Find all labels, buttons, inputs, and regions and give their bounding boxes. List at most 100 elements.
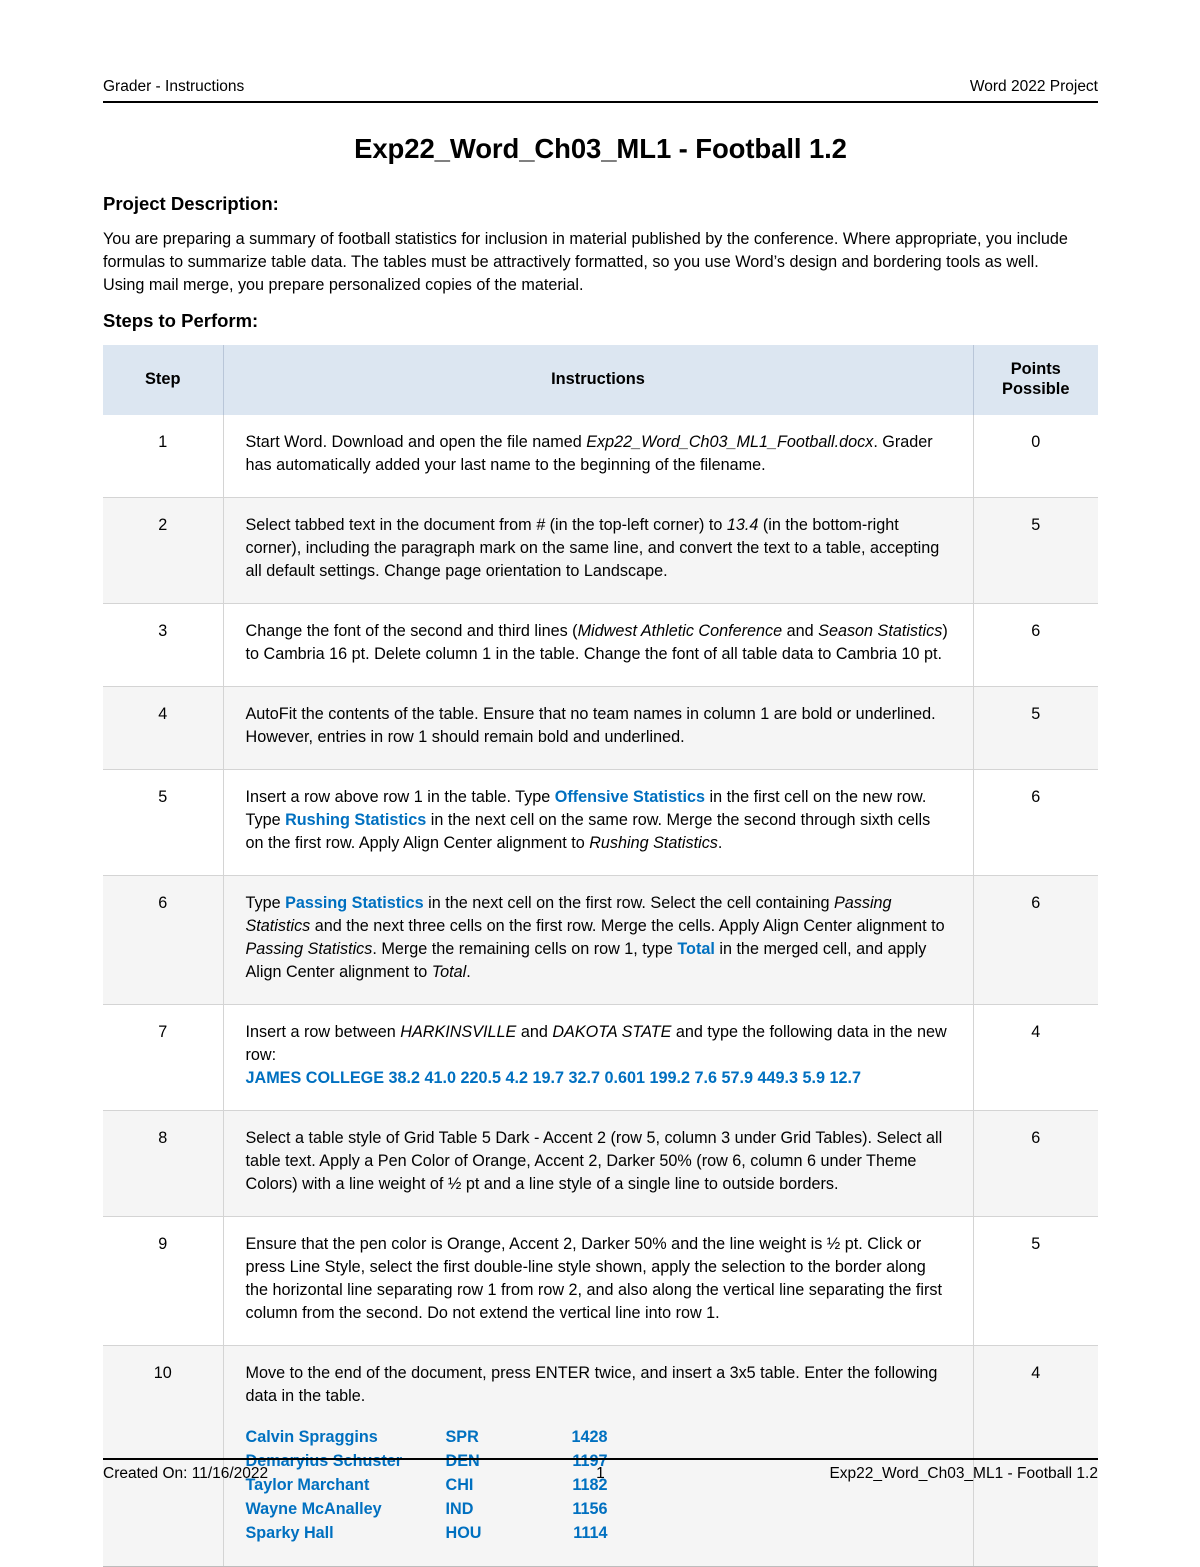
instruction-segment: Move to the end of the document, press E… [245, 1364, 938, 1406]
points-possible-cell: 4 [973, 1345, 1098, 1567]
points-possible-cell: 5 [973, 686, 1098, 771]
instructions-cell: Move to the end of the document, press E… [223, 1345, 974, 1567]
instruction-data-table: Calvin Spraggins SPR 1428 Demaryius Schuste… [246, 1426, 608, 1546]
instruction-data-line: JAMES COLLEGE 38.2 41.0 220.5 4.2 19.7 3… [245, 1069, 862, 1088]
table-row: 10 Move to the end of the document, press… [103, 1345, 1098, 1567]
column-header-instructions: Instructions [223, 345, 974, 416]
step-number-cell: 3 [103, 603, 224, 688]
instruction-segment: Change the font of the second and third … [245, 622, 578, 641]
data-table-cell: 1156 [572, 1500, 608, 1519]
instruction-segment: in the next cell on the first row. Selec… [423, 894, 834, 913]
points-possible-cell: 0 [973, 415, 1098, 499]
points-possible-cell: 6 [973, 875, 1098, 1006]
points-possible-cell: 5 [973, 1216, 1098, 1347]
table-row: 1 Start Word. Download and open the file … [103, 415, 1098, 499]
document-footer: Created On: 11/16/2022 1 Exp22_Word_Ch03… [103, 1465, 1098, 1483]
data-table-row: Calvin Spraggins SPR 1428 [246, 1426, 608, 1450]
points-possible-cell: 5 [973, 497, 1098, 605]
instruction-text: Change the font of the second and third … [246, 620, 949, 666]
points-possible-cell: 6 [973, 603, 1098, 688]
instruction-segment: Total [431, 963, 467, 982]
data-table-cell: 1428 [571, 1428, 608, 1447]
instructions-cell: Type Passing Statistics in the next cell… [223, 875, 974, 1006]
instruction-segment: Select a table style of Grid Table 5 Dar… [245, 1129, 943, 1194]
instruction-segment: Passing Statistics [285, 894, 424, 913]
table-row: 7 Insert a row between HARKINSVILLE and D… [103, 1004, 1098, 1112]
table-row: 8 Select a table style of Grid Table 5 Da… [103, 1110, 1098, 1218]
footer-document-name: Exp22_Word_Ch03_ML1 - Football 1.2 [829, 1465, 1098, 1482]
instructions-cell: Select tabbed text in the document from … [223, 497, 974, 605]
instruction-text: Type Passing Statistics in the next cell… [246, 892, 949, 984]
instruction-segment: . Merge the remaining cells on row 1, ty… [372, 940, 678, 959]
instruction-segment: Exp22_Word_Ch03_ML1_Football.docx [586, 433, 874, 452]
instruction-text: Insert a row above row 1 in the table. T… [246, 786, 949, 855]
instruction-text: AutoFit the contents of the table. Ensur… [246, 703, 949, 749]
instructions-cell: Start Word. Download and open the file n… [223, 415, 974, 499]
instruction-segment: Insert a row between [245, 1023, 401, 1042]
column-header-step: Step [103, 345, 224, 416]
instruction-segment: . [466, 963, 471, 982]
step-number-cell: 9 [103, 1216, 224, 1347]
project-description-heading: Project Description: [103, 193, 279, 214]
footer-created-on: Created On: 11/16/2022 [103, 1465, 269, 1482]
step-number-cell: 5 [103, 769, 224, 877]
step-number-cell: 1 [103, 415, 224, 499]
instruction-segment: and [782, 622, 819, 641]
instruction-segment: HARKINSVILLE [400, 1023, 517, 1042]
instruction-segment: Select tabbed text in the document from [245, 516, 537, 535]
instruction-text: Select tabbed text in the document from … [246, 514, 949, 583]
data-table-cell: Calvin Spraggins [245, 1428, 378, 1447]
data-table-cell: Sparky Hall [245, 1524, 334, 1543]
page-title: Exp22_Word_Ch03_ML1 - Football 1.2 [354, 133, 847, 164]
footer-page-number: 1 [596, 1465, 605, 1482]
instruction-segment: Type [245, 894, 286, 913]
project-description-body: You are preparing a summary of football … [103, 230, 1068, 294]
instruction-segment: and [516, 1023, 553, 1042]
footer-rule [103, 1458, 1098, 1460]
table-row: 4 AutoFit the contents of the table. Ensu… [103, 686, 1098, 771]
table-row: 2 Select tabbed text in the document from… [103, 497, 1098, 605]
instruction-segment: Season Statistics [818, 622, 943, 641]
step-number-cell: 7 [103, 1004, 224, 1112]
table-row: 3 Change the font of the second and third… [103, 603, 1098, 688]
instructions-cell: Ensure that the pen color is Orange, Acc… [223, 1216, 974, 1347]
points-possible-cell: 4 [973, 1004, 1098, 1112]
data-table-cell: Wayne McAnalley [245, 1500, 382, 1519]
steps-table-body: 1 Start Word. Download and open the file … [103, 415, 1098, 1567]
instruction-segment: Ensure that the pen color is Orange, Acc… [245, 1235, 942, 1323]
instruction-segment: Midwest Athletic Conference [577, 622, 783, 641]
instruction-text: Start Word. Download and open the file n… [246, 431, 949, 477]
instruction-text: Select a table style of Grid Table 5 Dar… [246, 1127, 949, 1196]
data-table-cell: HOU [445, 1524, 482, 1543]
instructions-cell: Insert a row between HARKINSVILLE and DA… [223, 1004, 974, 1112]
document-page: Grader - Instructions Word 2022 Project … [0, 0, 1200, 1567]
steps-table-header: Step Instructions Points Possible [103, 345, 1098, 416]
instruction-segment: . [717, 834, 723, 853]
table-header-row: Step Instructions Points Possible [103, 345, 1098, 416]
instructions-cell: Change the font of the second and third … [223, 603, 974, 688]
instruction-segment: Start Word. Download and open the file n… [245, 433, 587, 452]
instruction-segment: # [536, 516, 546, 535]
column-header-points-possible: Points Possible [973, 345, 1098, 416]
points-header-line2: Possible [1002, 380, 1070, 399]
instruction-segment: and the next three cells on the first ro… [310, 917, 945, 936]
step-number-cell: 2 [103, 497, 224, 605]
instruction-segment: AutoFit the contents of the table. Ensur… [245, 705, 936, 747]
table-row: 9 Ensure that the pen color is Orange, Ac… [103, 1216, 1098, 1347]
steps-to-perform-heading: Steps to Perform: [103, 310, 259, 331]
instruction-segment: Rushing Statistics [589, 834, 718, 853]
instruction-segment: 13.4 [726, 516, 759, 535]
step-number-cell: 4 [103, 686, 224, 771]
data-table-row: Sparky Hall HOU 1114 [246, 1522, 608, 1546]
steps-table: Step Instructions Points Possible 1 Start… [103, 345, 1098, 1567]
instruction-segment: Rushing Statistics [285, 811, 427, 830]
instruction-text: Ensure that the pen color is Orange, Acc… [246, 1233, 949, 1325]
points-possible-cell: 6 [973, 1110, 1098, 1218]
data-table-row: Wayne McAnalley IND 1156 [246, 1498, 608, 1522]
points-possible-cell: 6 [973, 769, 1098, 877]
instruction-text: Insert a row between HARKINSVILLE and DA… [246, 1021, 949, 1067]
instruction-segment: Offensive Statistics [554, 788, 705, 807]
instruction-text: Move to the end of the document, press E… [246, 1362, 949, 1408]
header-rule [103, 101, 1098, 103]
points-header-line1: Points [1010, 360, 1061, 378]
